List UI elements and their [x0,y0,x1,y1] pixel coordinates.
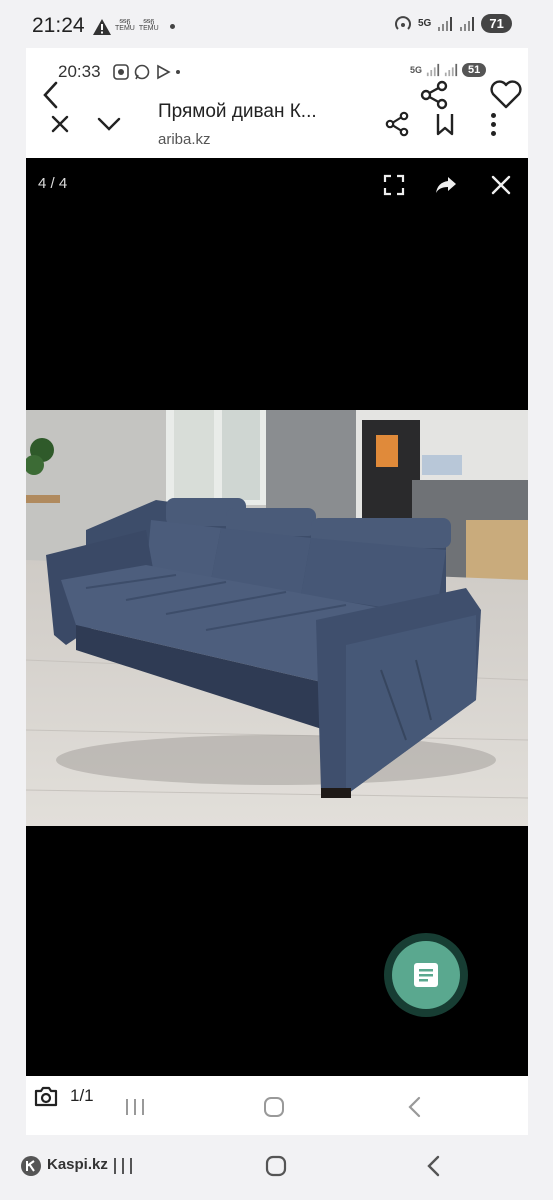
viewer-close-icon[interactable] [488,172,514,198]
kaspi-label: Kaspi.kz [47,1156,108,1173]
inner-notification-icons [113,64,180,80]
signal-icon [438,16,453,31]
forward-share-icon[interactable] [433,172,459,198]
temu-glyph: ᵴᵴᵷ [143,18,155,25]
play-store-icon [157,64,171,80]
recents-icon[interactable] [112,1156,134,1181]
kaspi-logo-icon [20,1155,42,1182]
more-options-icon[interactable] [488,112,498,138]
bookmark-icon[interactable] [433,111,457,137]
more-notifications-dot [170,24,175,29]
whatsapp-icon [134,64,150,80]
network-label: 5G [418,18,432,29]
sofa-photo[interactable] [26,410,528,826]
browser-share-icon[interactable] [383,110,411,138]
share-icon[interactable] [418,79,450,111]
favorite-heart-icon[interactable] [488,78,524,112]
chevron-down-icon[interactable] [95,112,123,136]
inner-status-time: 20:33 [58,62,101,81]
more-dot [176,70,180,74]
inner-signal-icon-2 [444,63,458,77]
photo-count: 1/1 [70,1086,94,1105]
hotspot-icon [395,15,411,30]
inner-battery: 51 [462,63,487,77]
inner-home-icon[interactable] [263,1096,285,1123]
camera-icon[interactable] [34,1085,58,1112]
temu-glyph: ᵴᵴᵷ [119,18,131,25]
warning-icon [92,18,112,41]
status-time: 21:24 [32,14,85,37]
battery-indicator: 71 [481,14,512,33]
inner-status-right: 5G 51 [410,63,487,77]
back-icon[interactable] [36,80,66,110]
inner-signal-icon [426,63,440,77]
notes-icon [414,963,438,987]
home-icon[interactable] [265,1155,287,1182]
screenshot-icon [113,64,129,80]
signal-icon-2 [460,16,475,31]
nav-back-icon[interactable] [424,1155,442,1182]
fullscreen-icon[interactable] [381,172,407,198]
temu-notification-icons: ᵴᵴᵷ TEMU ᵴᵴᵷ TEMU [115,18,159,32]
inner-network-label: 5G [410,65,423,75]
inner-back-icon[interactable] [405,1096,423,1123]
image-counter: 4 / 4 [38,175,68,192]
temu-label: TEMU [115,25,135,32]
inner-recents-icon[interactable] [124,1097,146,1122]
close-icon[interactable] [48,112,72,136]
status-right-icons: 5G 71 [394,14,512,33]
temu-label: TEMU [138,25,159,32]
page-title: Прямой диван К... [158,101,317,122]
page-url: ariba.kz [158,131,211,148]
notes-fab-button[interactable] [392,941,460,1009]
